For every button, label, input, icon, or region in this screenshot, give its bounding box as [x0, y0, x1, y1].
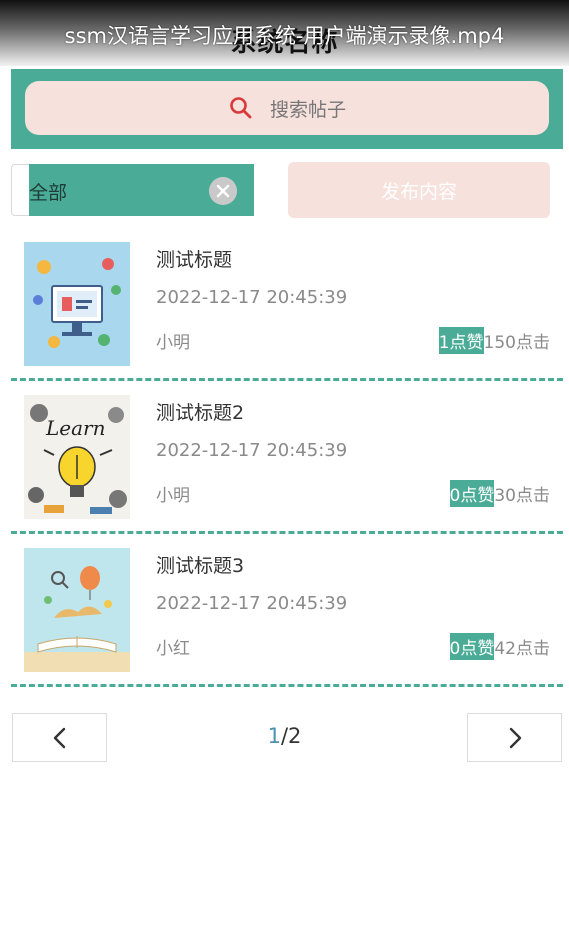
like-count: 0点赞	[449, 633, 495, 660]
post-stats: 0点赞 30点击	[449, 480, 550, 507]
post-author: 小明	[156, 486, 190, 506]
page-separator: /	[280, 724, 289, 748]
category-value: 全部	[29, 182, 68, 204]
current-page: 1	[267, 724, 281, 748]
post-time: 2022-12-17 20:45:39	[156, 593, 348, 614]
search-icon	[230, 97, 252, 119]
post-list: 测试标题 2022-12-17 20:45:39 小明 1点赞 150点击 Lea…	[0, 228, 569, 687]
list-item[interactable]: 测试标题 2022-12-17 20:45:39 小明 1点赞 150点击	[0, 228, 569, 381]
video-caption: ssm汉语言学习应用系统-用户端演示录像.mp4	[64, 24, 505, 48]
search-band: 搜索帖子	[11, 69, 563, 149]
post-title: 测试标题3	[156, 555, 245, 577]
post-author: 小明	[156, 333, 190, 353]
post-thumbnail	[24, 548, 130, 672]
post-title: 测试标题	[156, 249, 233, 271]
svg-text:Learn: Learn	[45, 416, 105, 440]
like-count: 1点赞	[438, 327, 484, 354]
category-select[interactable]: 全部	[11, 164, 254, 216]
post-title: 测试标题2	[156, 402, 245, 424]
publish-button[interactable]: 发布内容	[288, 162, 550, 218]
chevron-right-icon	[509, 727, 521, 748]
like-count: 0点赞	[449, 480, 495, 507]
post-time: 2022-12-17 20:45:39	[156, 440, 348, 461]
click-count: 30点击	[494, 486, 550, 506]
list-item[interactable]: 测试标题3 2022-12-17 20:45:39 小红 0点赞 42点击	[0, 534, 569, 687]
post-time: 2022-12-17 20:45:39	[156, 287, 348, 308]
search-input[interactable]: 搜索帖子	[25, 81, 549, 135]
post-stats: 1点赞 150点击	[438, 327, 550, 354]
click-count: 42点击	[494, 639, 550, 659]
post-author: 小红	[156, 639, 190, 659]
divider	[11, 684, 563, 687]
post-stats: 0点赞 42点击	[449, 633, 550, 660]
total-pages: 2	[288, 724, 302, 748]
next-page-button[interactable]	[467, 713, 562, 762]
list-item[interactable]: Learn 测试标题2 2022-12-17 20:45:39 小明 0点赞 30…	[0, 381, 569, 534]
post-thumbnail	[24, 242, 130, 366]
close-circle-icon[interactable]	[209, 177, 237, 205]
search-placeholder: 搜索帖子	[269, 98, 346, 121]
top-bar: 系统名称 ssm汉语言学习应用系统-用户端演示录像.mp4	[0, 0, 569, 66]
click-count: 150点击	[483, 333, 550, 353]
post-thumbnail: Learn	[24, 395, 130, 519]
